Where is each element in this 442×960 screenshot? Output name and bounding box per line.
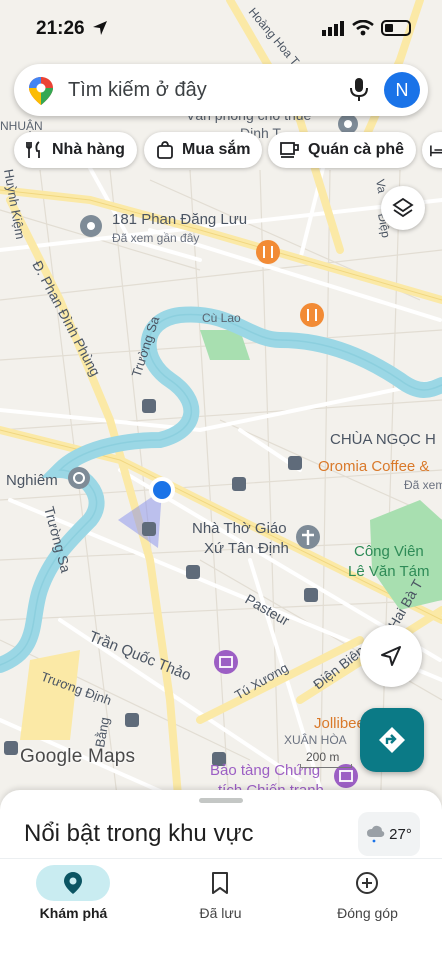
gray-pin-icon[interactable]: [80, 215, 102, 237]
fork-knife-icon: [26, 141, 40, 158]
category-chips: Nhà hàng Mua sắm Quán cà phê: [14, 132, 442, 170]
cloud-rain-icon: [367, 825, 385, 843]
tab-label: Đóng góp: [337, 905, 398, 921]
chip-label: Quán cà phê: [308, 141, 405, 158]
tab-icon-container: [36, 865, 110, 901]
location-pin-icon: [64, 872, 82, 894]
coffee-cup-icon: [280, 142, 299, 158]
scale-bar: [300, 764, 352, 768]
temple-pin-icon[interactable]: [68, 467, 90, 489]
chip-hotels[interactable]: [422, 132, 442, 168]
my-location-button[interactable]: [360, 625, 422, 687]
search-bar[interactable]: Tìm kiếm ở đây N: [14, 64, 428, 116]
battery-icon: [381, 20, 411, 36]
weather-badge[interactable]: 27°: [358, 812, 420, 856]
tab-contribute[interactable]: Đóng góp: [294, 859, 441, 960]
chip-restaurants[interactable]: Nhà hàng: [14, 132, 137, 168]
map-canvas[interactable]: 181 Phan Đăng Lưu Đã xem gần đây Văn phò…: [0, 0, 442, 820]
layers-icon: [392, 197, 414, 218]
sheet-handle[interactable]: [199, 798, 243, 803]
bottom-tab-bar: Khám phá Đã lưu Đóng góp: [0, 858, 442, 960]
chip-shopping[interactable]: Mua sắm: [144, 132, 263, 168]
bookmark-icon: [212, 872, 228, 894]
restaurant-pin-icon[interactable]: [300, 303, 324, 327]
tab-label: Đã lưu: [199, 905, 242, 921]
avatar[interactable]: N: [384, 72, 420, 108]
location-arrow-icon: [93, 21, 107, 35]
search-input[interactable]: Tìm kiếm ở đây: [68, 79, 207, 102]
tab-label: Khám phá: [39, 905, 108, 921]
shopping-bag-icon: [157, 141, 173, 159]
tab-explore[interactable]: Khám phá: [0, 859, 147, 960]
tab-icon-container: [330, 865, 404, 901]
bed-icon: [430, 145, 442, 157]
add-circle-icon: [356, 872, 378, 894]
directions-button[interactable]: [360, 708, 424, 772]
tab-icon-container: [183, 865, 257, 901]
wifi-icon: [352, 20, 374, 36]
google-maps-pin-icon: [29, 77, 53, 105]
chip-cafes[interactable]: Quán cà phê: [268, 132, 417, 168]
status-time: 21:26: [36, 18, 85, 39]
chip-label: Mua sắm: [182, 141, 251, 158]
map-base: [0, 0, 442, 820]
tab-saved[interactable]: Đã lưu: [147, 859, 294, 960]
temperature-value: 27°: [389, 825, 412, 843]
museum-pin-icon[interactable]: [214, 650, 238, 674]
church-pin-icon[interactable]: [296, 525, 320, 549]
signal-icon: [322, 21, 344, 36]
microphone-icon[interactable]: [348, 77, 370, 103]
current-location-dot[interactable]: [149, 477, 175, 503]
sheet-title: Nổi bật trong khu vực: [24, 820, 254, 847]
chip-label: Nhà hàng: [52, 141, 125, 158]
layers-button[interactable]: [381, 186, 425, 230]
gray-pin-icon[interactable]: [338, 114, 358, 134]
navigation-arrow-icon: [381, 646, 401, 666]
status-bar: 21:26: [0, 0, 442, 56]
google-maps-logo: Google Maps: [20, 746, 136, 767]
directions-icon: [379, 727, 405, 753]
scale-label: 200 m: [306, 750, 340, 764]
restaurant-pin-icon[interactable]: [256, 240, 280, 264]
